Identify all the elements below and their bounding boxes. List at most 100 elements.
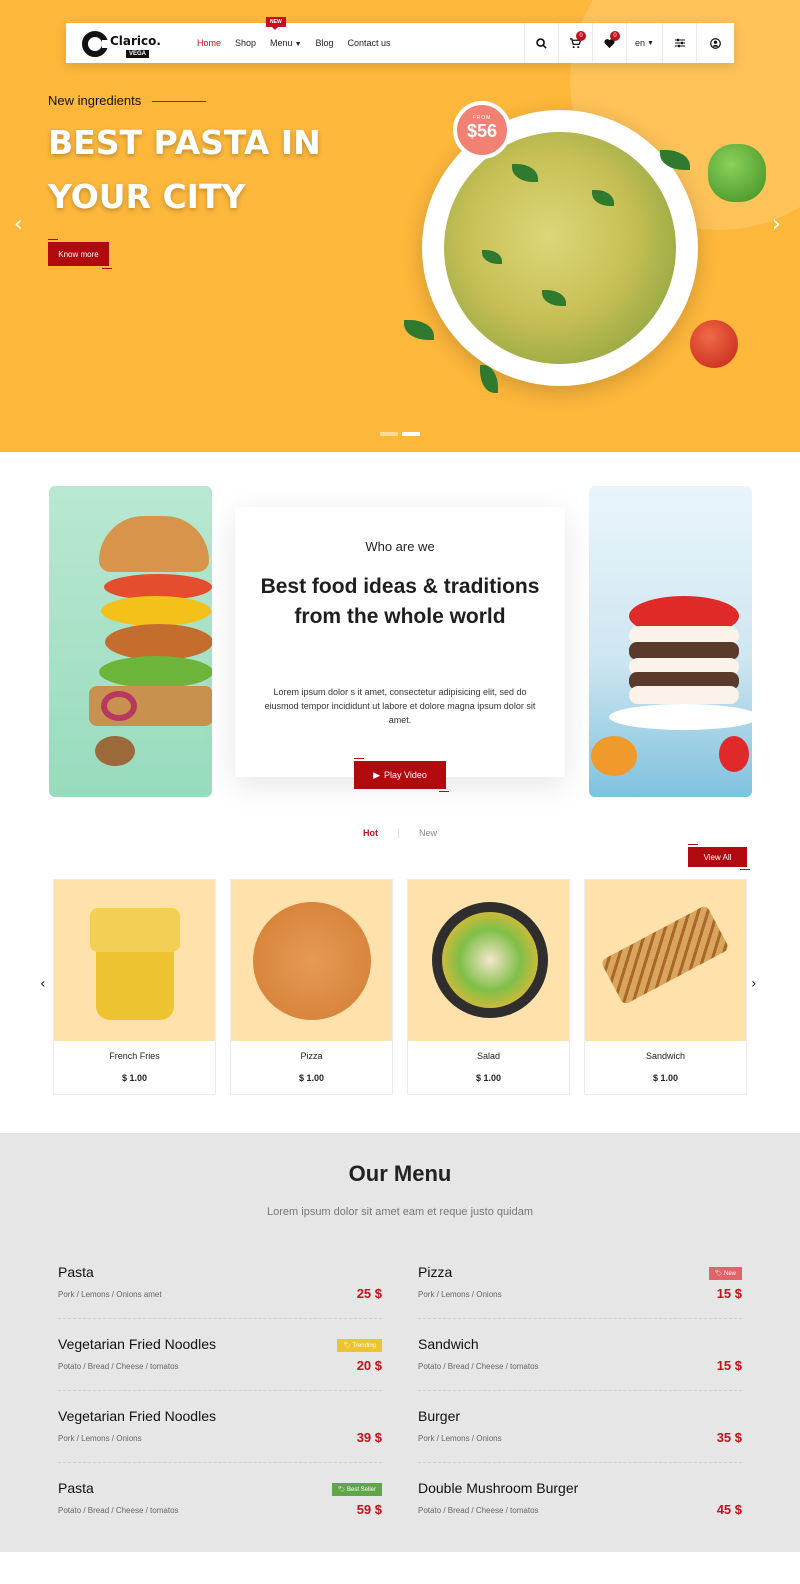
menu-item-price: 25 $ (356, 1286, 382, 1301)
badge-label: New (723, 1271, 736, 1277)
fries (90, 908, 180, 952)
nav-home[interactable]: Home (197, 38, 221, 48)
logo-text: Clarico. (110, 34, 161, 48)
menu-item-desc: Pork / Lemons / Onions (418, 1290, 502, 1299)
tomato-image (690, 320, 738, 368)
know-more-button[interactable]: Know more (48, 239, 112, 269)
product-card[interactable]: Sandwich $ 1.00 (584, 879, 747, 1095)
menu-item-name: Vegetarian Fried Noodles (58, 1336, 216, 1352)
sandwich-image (585, 880, 746, 1041)
slider-dots (380, 432, 424, 436)
sandwich (600, 904, 730, 1006)
search-icon (536, 37, 547, 49)
menu-item-price: 15 $ (716, 1358, 742, 1373)
menu-item-desc: Potato / Bread / Cheese / tomatos (58, 1506, 179, 1515)
orange-flower (591, 736, 637, 776)
french-fries-image (54, 880, 215, 1041)
product-card[interactable]: French Fries $ 1.00 (53, 879, 216, 1095)
menu-title: Our Menu (348, 1161, 452, 1186)
menu-item[interactable]: Burger Pork / Lemons / Onions 35 $ (418, 1393, 742, 1463)
language-value: en (635, 38, 646, 48)
play-icon: ▶ (373, 769, 381, 780)
green-pepper-image (708, 144, 766, 202)
onion-ring (101, 691, 137, 721)
pizza (253, 902, 371, 1020)
menu-item[interactable]: Pizza 🏷 New Pork / Lemons / Onions 15 $ (418, 1249, 742, 1319)
menu-item-price: 15 $ (716, 1286, 742, 1301)
about-text: Lorem ipsum dolor s it amet, consectetur… (264, 687, 536, 725)
site-header: Clarico. VEGA Home Shop NEW Menu ▼ Blog C… (66, 17, 734, 63)
product-card[interactable]: Salad $ 1.00 (407, 879, 570, 1095)
logo[interactable]: Clarico. VEGA (82, 29, 161, 59)
products-prev-arrow[interactable]: ‹ (40, 976, 46, 992)
nav-menu[interactable]: NEW Menu ▼ (266, 17, 302, 48)
nav-blog[interactable]: Blog (316, 38, 334, 48)
menu-item-name: Pizza (418, 1264, 453, 1280)
menu-item[interactable]: Vegetarian Fried Noodles 🏷 Trending Pota… (58, 1321, 382, 1391)
menu-item-name: Double Mushroom Burger (418, 1480, 579, 1496)
trending-badge: 🏷 Trending (337, 1339, 382, 1352)
menu-column-left: Pasta Pork / Lemons / Onions amet 25 $ V… (58, 1249, 382, 1537)
language-select[interactable]: en ▼ (626, 23, 662, 63)
menu-item[interactable]: Double Mushroom Burger Potato / Bread / … (418, 1465, 742, 1535)
burger-bun-top (99, 516, 209, 572)
main-nav: Home Shop NEW Menu ▼ Blog Contact us (197, 17, 405, 63)
menu-item-price: 35 $ (716, 1430, 742, 1445)
hero-kicker-line (152, 101, 206, 102)
product-price: $ 1.00 (475, 1073, 502, 1083)
product-price: $ 1.00 (298, 1073, 325, 1083)
nav-shop[interactable]: Shop (235, 38, 256, 48)
search-button[interactable] (524, 23, 558, 63)
menu-item-name: Vegetarian Fried Noodles (58, 1408, 216, 1424)
product-tabs: Hot New (0, 828, 800, 838)
price-value: $56 (466, 121, 498, 141)
user-icon (710, 37, 721, 49)
menu-item-name: Pasta (58, 1480, 94, 1496)
account-button[interactable] (696, 23, 734, 63)
cart-count-badge: 0 (576, 31, 586, 41)
view-all-button[interactable]: View All (688, 844, 750, 870)
new-badge: 🏷 New (708, 1267, 742, 1280)
wishlist-count-badge: 0 (610, 31, 620, 41)
salad (442, 912, 538, 1008)
play-video-button[interactable]: ▶ Play Video (354, 758, 449, 792)
cart-button[interactable]: 0 (558, 23, 592, 63)
menu-item-name: Pasta (58, 1264, 94, 1280)
basil-leaf-decor (404, 320, 434, 340)
menu-item[interactable]: Vegetarian Fried Noodles Pork / Lemons /… (58, 1393, 382, 1463)
product-name: Sandwich (645, 1051, 686, 1061)
hero-title: BEST PASTA IN YOUR CITY (48, 123, 321, 216)
about-kicker: Who are we (365, 539, 435, 554)
menu-item-desc: Pork / Lemons / Onions (418, 1434, 502, 1443)
slider-dot-1[interactable] (380, 432, 398, 436)
menu-column-right: Pizza 🏷 New Pork / Lemons / Onions 15 $ … (418, 1249, 742, 1537)
fries-cup (96, 940, 174, 1020)
filter-button[interactable] (662, 23, 696, 63)
product-price: $ 1.00 (121, 1073, 148, 1083)
wishlist-button[interactable]: 0 (592, 23, 626, 63)
burger-pepper (101, 596, 211, 626)
menu-item-desc: Potato / Bread / Cheese / tomatos (418, 1362, 539, 1371)
salad-image (408, 880, 569, 1041)
play-video-label: Play Video (384, 770, 427, 780)
menu-item[interactable]: Sandwich Potato / Bread / Cheese / tomat… (418, 1321, 742, 1391)
menu-item[interactable]: Pasta Pork / Lemons / Onions amet 25 $ (58, 1249, 382, 1319)
badge-label: Trending (352, 1343, 376, 1349)
product-card[interactable]: Pizza $ 1.00 (230, 879, 393, 1095)
slider-prev-arrow[interactable]: ‹ (14, 212, 23, 237)
strawberry-cake-image (589, 486, 752, 797)
slider-dot-2[interactable] (402, 432, 420, 436)
slider-next-arrow[interactable]: › (772, 212, 781, 237)
product-price: $ 1.00 (652, 1073, 679, 1083)
burger-lettuce (99, 656, 212, 688)
tab-new[interactable]: New (399, 828, 457, 838)
menu-item-price: 45 $ (716, 1502, 742, 1517)
nav-contact[interactable]: Contact us (348, 38, 391, 48)
best-seller-badge: 🏷 Best Seller (331, 1483, 382, 1496)
about-title: Best food ideas & traditions from the wh… (260, 575, 540, 628)
about-card: Who are we Best food ideas & traditions … (235, 507, 565, 777)
tab-hot[interactable]: Hot (343, 828, 399, 838)
menu-item[interactable]: Pasta 🏷 Best Seller Potato / Bread / Che… (58, 1465, 382, 1535)
caret-down-icon: ▼ (647, 39, 654, 47)
header-actions: 0 0 en ▼ (524, 23, 734, 63)
